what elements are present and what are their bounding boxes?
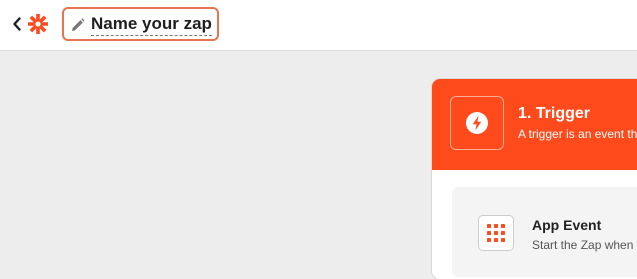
lightning-bolt-icon <box>466 112 488 134</box>
trigger-icon-box <box>450 96 504 150</box>
zap-name-text: Name your zap <box>91 14 212 36</box>
app-event-option[interactable]: App Event Start the Zap when something h… <box>452 187 637 277</box>
grid-icon <box>487 224 505 242</box>
zapier-logo-icon[interactable] <box>27 13 49 35</box>
trigger-step-card[interactable]: 1. Trigger A trigger is an event that st… <box>432 79 637 279</box>
app-event-description: Start the Zap when something happens in … <box>532 238 637 252</box>
trigger-step-header: 1. Trigger A trigger is an event that st… <box>432 79 637 170</box>
step-title: 1. Trigger <box>518 105 591 122</box>
back-button[interactable] <box>9 14 25 34</box>
app-event-title: App Event <box>532 217 602 233</box>
chevron-left-icon <box>13 17 21 31</box>
top-bar: Name your zap <box>0 0 637 51</box>
app-event-icon-box <box>478 215 514 251</box>
zap-name-field[interactable]: Name your zap <box>62 7 219 41</box>
pencil-icon <box>72 18 85 31</box>
step-description: A trigger is an event that starts your Z… <box>518 127 637 141</box>
